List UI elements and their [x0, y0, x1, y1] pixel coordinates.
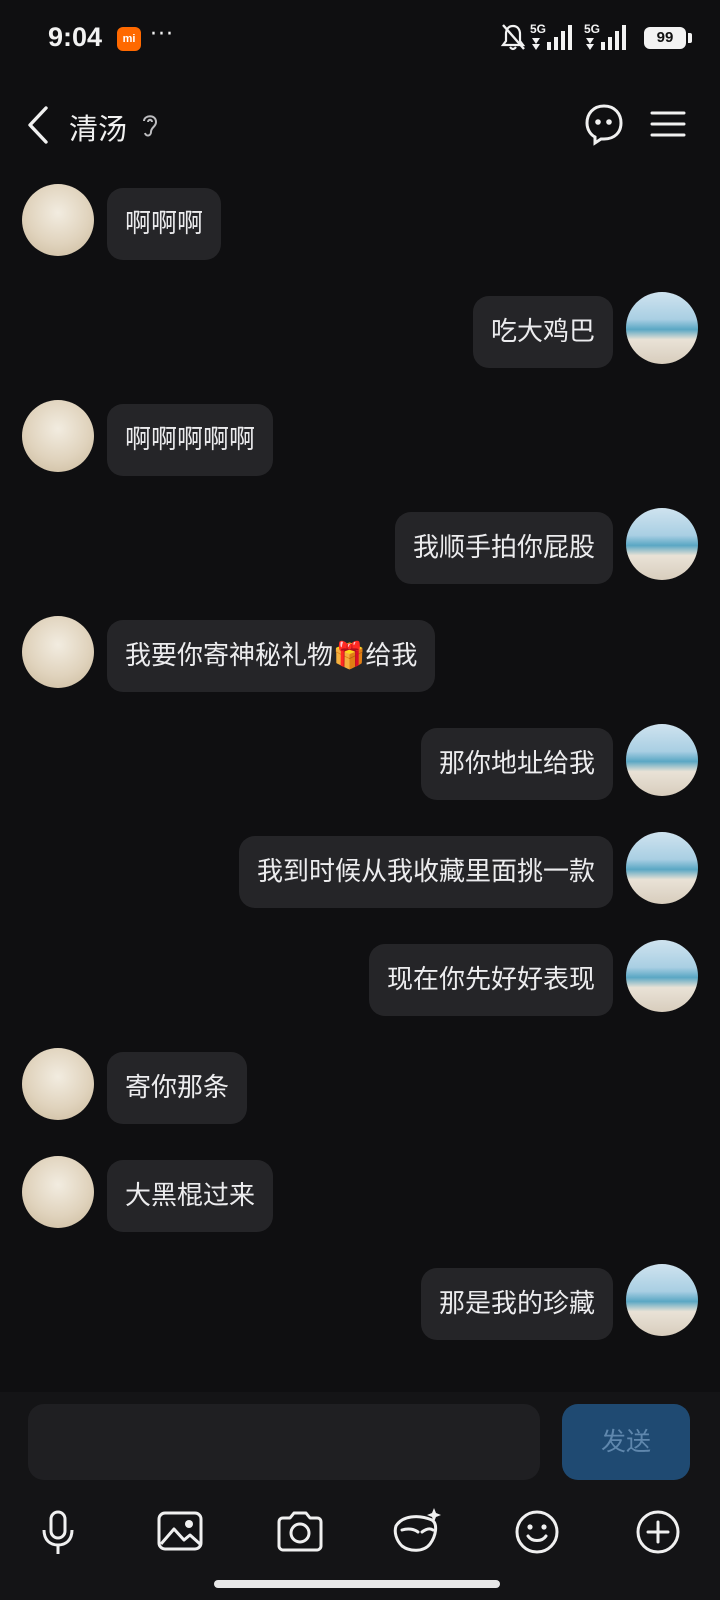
emoji-icon[interactable]	[507, 1502, 567, 1562]
my-avatar[interactable]	[626, 292, 698, 364]
menu-icon[interactable]	[648, 106, 688, 142]
back-arrow-icon[interactable]	[18, 102, 58, 148]
contact-avatar[interactable]	[22, 400, 94, 472]
contact-avatar[interactable]	[22, 1156, 94, 1228]
status-bar: 9:04 mi ··· 5G 5G 99	[0, 0, 720, 80]
message-bubble[interactable]: 我到时候从我收藏里面挑一款	[238, 836, 613, 908]
bell-muted-icon	[500, 24, 526, 51]
battery-icon: 99	[644, 27, 686, 49]
camera-icon[interactable]	[270, 1502, 330, 1562]
contact-name[interactable]: 清汤	[69, 106, 127, 148]
composer-toolbar	[0, 1502, 720, 1562]
plus-icon[interactable]	[628, 1502, 688, 1562]
my-avatar[interactable]	[626, 508, 698, 580]
status-time: 9:04	[48, 22, 103, 52]
message-row: 吃大鸡巴	[0, 292, 720, 368]
signal-icon: 5G	[530, 22, 572, 50]
message-row: 啊啊啊	[0, 184, 720, 260]
message-bubble[interactable]: 大黑棍过来	[107, 1160, 274, 1232]
my-avatar[interactable]	[626, 832, 698, 904]
message-input[interactable]	[28, 1404, 540, 1480]
mi-app-icon: mi	[117, 27, 141, 51]
message-row: 我到时候从我收藏里面挑一款	[0, 832, 720, 908]
message-bubble[interactable]: 那是我的珍藏	[420, 1268, 613, 1340]
message-row: 啊啊啊啊啊	[0, 400, 720, 476]
more-notifications-icon: ···	[150, 22, 174, 47]
image-icon[interactable]	[150, 1502, 210, 1562]
message-row: 那你地址给我	[0, 724, 720, 800]
ai-assistant-icon[interactable]	[582, 102, 626, 146]
message-row: 那是我的珍藏	[0, 1264, 720, 1340]
message-bubble[interactable]: 我要你寄神秘礼物🎁给我	[107, 620, 436, 692]
message-row: 我要你寄神秘礼物🎁给我	[0, 616, 720, 692]
earpiece-mode-icon	[143, 115, 158, 137]
message-row: 寄你那条	[0, 1048, 720, 1124]
message-bubble[interactable]: 啊啊啊啊啊	[107, 404, 274, 476]
composer: 发送	[0, 1392, 720, 1600]
message-bubble[interactable]: 现在你先好好表现	[368, 944, 613, 1016]
mi-badge-label: mi	[122, 33, 136, 45]
home-indicator[interactable]	[214, 1580, 500, 1588]
chat-header: 清汤	[0, 90, 720, 162]
message-bubble[interactable]: 那你地址给我	[420, 728, 613, 800]
message-list[interactable]: 啊啊啊 吃大鸡巴 啊啊啊啊啊 我顺手拍你屁股 我要你寄神秘礼物🎁给我 那你地址给…	[0, 170, 720, 1390]
signal-icon: 5G	[584, 22, 626, 50]
message-bubble[interactable]: 啊啊啊	[107, 188, 222, 260]
contact-avatar[interactable]	[22, 1048, 94, 1120]
message-row: 大黑棍过来	[0, 1156, 720, 1232]
send-button[interactable]: 发送	[562, 1404, 690, 1480]
message-bubble[interactable]: 吃大鸡巴	[472, 296, 613, 368]
my-avatar[interactable]	[626, 724, 698, 796]
message-row: 我顺手拍你屁股	[0, 508, 720, 584]
battery-tip	[688, 33, 692, 43]
ai-face-icon[interactable]	[388, 1502, 448, 1562]
my-avatar[interactable]	[626, 1264, 698, 1336]
message-row: 现在你先好好表现	[0, 940, 720, 1016]
my-avatar[interactable]	[626, 940, 698, 1012]
microphone-icon[interactable]	[28, 1502, 88, 1562]
signal-label: 5G	[584, 22, 600, 36]
battery-level: 99	[656, 29, 674, 46]
message-bubble[interactable]: 寄你那条	[107, 1052, 248, 1124]
message-bubble[interactable]: 我顺手拍你屁股	[394, 512, 613, 584]
contact-avatar[interactable]	[22, 616, 94, 688]
signal-label: 5G	[530, 22, 546, 36]
contact-avatar[interactable]	[22, 184, 94, 256]
